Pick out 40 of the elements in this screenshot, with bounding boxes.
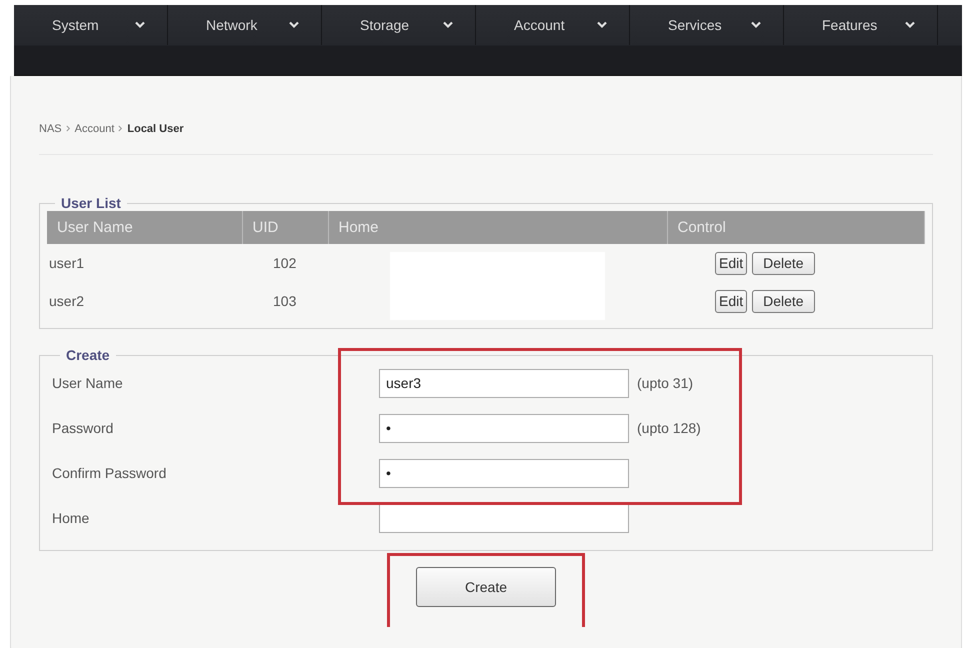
nav-menu[interactable]: System [14, 5, 168, 45]
column-header: Home [328, 211, 667, 244]
breadcrumb-current: Local User [127, 123, 184, 135]
field-label: Home [52, 510, 90, 526]
field-label: Confirm Password [52, 465, 168, 481]
input-field[interactable] [379, 504, 629, 532]
group-title: User List [60, 195, 122, 211]
column-header: Control [667, 211, 924, 244]
table-cell: user1 [47, 244, 242, 282]
table-cell-text: 103 [272, 292, 298, 311]
group-title: Create [65, 347, 111, 363]
nav-menu[interactable]: Storage [322, 5, 476, 45]
nav-menu[interactable]: Services [630, 5, 784, 45]
hint-text: (upto 128) [637, 420, 701, 436]
create-button[interactable]: Create [416, 567, 556, 607]
column-header: UID [242, 211, 328, 244]
nav-menu[interactable]: Network [168, 5, 322, 45]
chevron-down-icon [443, 21, 453, 29]
action-button[interactable]: Edit [715, 252, 748, 274]
table-cell-text: user2 [48, 292, 86, 311]
chevron-down-icon [597, 21, 607, 29]
chevron-down-icon [905, 21, 915, 29]
action-button[interactable]: Edit [715, 290, 748, 312]
nav-menu[interactable]: Account [476, 5, 630, 45]
field-label: User Name [52, 375, 124, 391]
action-button[interactable]: Delete [752, 252, 815, 274]
nav-menu[interactable]: Features [784, 5, 938, 45]
action-button[interactable]: Delete [752, 290, 815, 312]
column-header: User Name [47, 211, 242, 244]
input-field[interactable]: • [379, 414, 629, 442]
chevron-down-icon [751, 21, 761, 29]
chevron-down-icon [135, 21, 145, 29]
breadcrumb-link[interactable]: Account [74, 123, 114, 135]
input-field[interactable]: user3 [379, 368, 629, 398]
input-field[interactable]: • [379, 458, 629, 488]
breadcrumb-link[interactable]: NAS [39, 123, 62, 135]
field-label: Password [52, 420, 114, 436]
hint-text: (upto 31) [637, 375, 694, 391]
chevron-down-icon [289, 21, 299, 29]
table-cell: 102 [242, 244, 328, 282]
